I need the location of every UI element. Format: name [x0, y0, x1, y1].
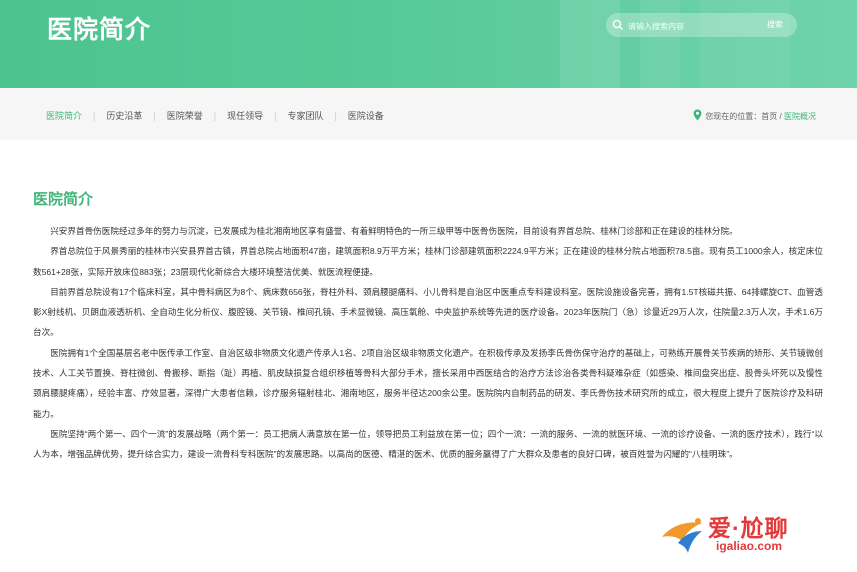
article-paragraph: 目前界首总院设有17个临床科室，其中骨科病区为8个、病床数656张，脊柱外科、颈… — [33, 286, 823, 338]
tab-bar: 医院简介 | 历史沿革 | 医院荣誉 | 现任领导 | 专家团队 | 医院设备 — [46, 109, 384, 122]
article-title: 医院简介 — [33, 191, 94, 208]
sub-navigation: 医院简介 | 历史沿革 | 医院荣誉 | 现任领导 | 专家团队 | 医院设备 您现在的位置：首页 … — [0, 88, 857, 140]
breadcrumb-label: 您现在的位置： — [705, 112, 762, 121]
search-box: 搜索 — [606, 13, 797, 37]
banner: 医院简介 搜索 — [0, 0, 857, 88]
tab-separator: | — [334, 111, 337, 121]
bird-logo-icon — [662, 518, 702, 553]
tab-separator: | — [274, 111, 277, 121]
article-content: 医院简介 兴安界首骨伤医院经过多年的努力与沉淀，已发展成为桂北湘南地区享有盛誉、… — [33, 188, 823, 465]
article-paragraph: 兴安界首骨伤医院经过多年的努力与沉淀，已发展成为桂北湘南地区享有盛誉、有着鲜明特… — [50, 226, 738, 236]
tab-history[interactable]: 历史沿革 — [106, 109, 142, 122]
breadcrumb-current[interactable]: 医院概况 — [784, 112, 816, 121]
tab-separator: | — [213, 111, 217, 121]
location-pin-icon — [693, 109, 702, 121]
tab-leadership[interactable]: 现任领导 — [227, 109, 263, 122]
breadcrumb: 您现在的位置：首页 / 医院概况 — [693, 109, 816, 122]
tab-equipment[interactable]: 医院设备 — [348, 109, 384, 122]
tab-hospital-intro[interactable]: 医院简介 — [46, 109, 82, 122]
search-icon — [612, 19, 623, 30]
article-paragraph: 界首总院位于风景秀丽的桂林市兴安县界首古镇，界首总院占地面积47亩，建筑面积8.… — [33, 246, 823, 277]
article-paragraph: 医院坚持“两个第一、四个一流”的发展战略（两个第一：员工把病人满意放在第一位，领… — [33, 428, 823, 460]
watermark-url: igaliao.com — [716, 539, 783, 553]
tab-separator: | — [93, 111, 96, 121]
tab-honors[interactable]: 医院荣誉 — [167, 109, 203, 122]
search-button[interactable]: 搜索 — [767, 19, 783, 30]
banner-building-graphic — [560, 0, 620, 88]
site-watermark: 爱·尬聊 igaliao.com — [658, 505, 848, 565]
watermark-text: 爱·尬聊 — [708, 515, 789, 541]
tab-expert-team[interactable]: 专家团队 — [287, 109, 323, 122]
breadcrumb-separator: / — [779, 112, 782, 121]
banner-title: 医院简介 — [47, 16, 152, 44]
breadcrumb-home-link[interactable]: 首页 — [761, 112, 777, 121]
search-input[interactable] — [626, 16, 750, 36]
tab-separator: | — [153, 111, 156, 121]
article-paragraph: 医院拥有1个全国基层名老中医传承工作室、自治区级非物质文化遗产传承人1名、2项自… — [33, 347, 823, 419]
